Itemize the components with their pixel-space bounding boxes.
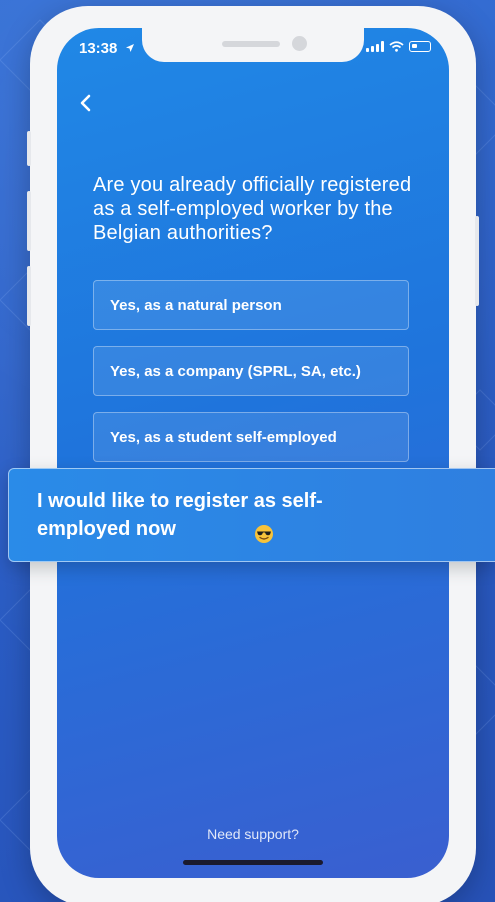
- location-arrow-icon: [125, 44, 134, 52]
- wifi-icon: [389, 41, 404, 52]
- callout-label: I would like to register as self-employe…: [37, 490, 323, 540]
- option-natural-person-button[interactable]: Yes, as a natural person: [93, 280, 409, 330]
- phone-frame: 13:38 Are you already officially registe…: [27, 6, 479, 902]
- question-title: Are you already officially registered as…: [93, 174, 412, 244]
- battery-icon: [409, 41, 431, 52]
- home-indicator[interactable]: [183, 860, 323, 865]
- back-button[interactable]: [73, 91, 97, 115]
- front-camera: [292, 36, 307, 51]
- chevron-left-icon: [80, 94, 91, 112]
- sunglasses-emoji-icon: [255, 525, 273, 543]
- phone-notch: [142, 28, 364, 62]
- option-label: Yes, as a natural person: [110, 296, 282, 314]
- option-company-button[interactable]: Yes, as a company (SPRL, SA, etc.): [93, 346, 409, 396]
- phone-side-button: [27, 131, 31, 166]
- option-label: Yes, as a student self-employed: [110, 428, 337, 446]
- app-screen: 13:38 Are you already officially registe…: [57, 28, 449, 878]
- status-bar-indicators: [366, 41, 431, 52]
- cellular-signal-icon: [366, 41, 384, 52]
- option-label: Yes, as a company (SPRL, SA, etc.): [110, 362, 361, 380]
- phone-volume-down-button: [27, 266, 31, 326]
- register-now-option-button[interactable]: I would like to register as self-employe…: [8, 468, 495, 562]
- speaker-grille: [222, 41, 280, 47]
- phone-power-button: [475, 216, 479, 306]
- status-bar-time: 13:38: [79, 40, 135, 57]
- option-student-button[interactable]: Yes, as a student self-employed: [93, 412, 409, 462]
- need-support-link[interactable]: Need support?: [57, 826, 449, 842]
- phone-volume-up-button: [27, 191, 31, 251]
